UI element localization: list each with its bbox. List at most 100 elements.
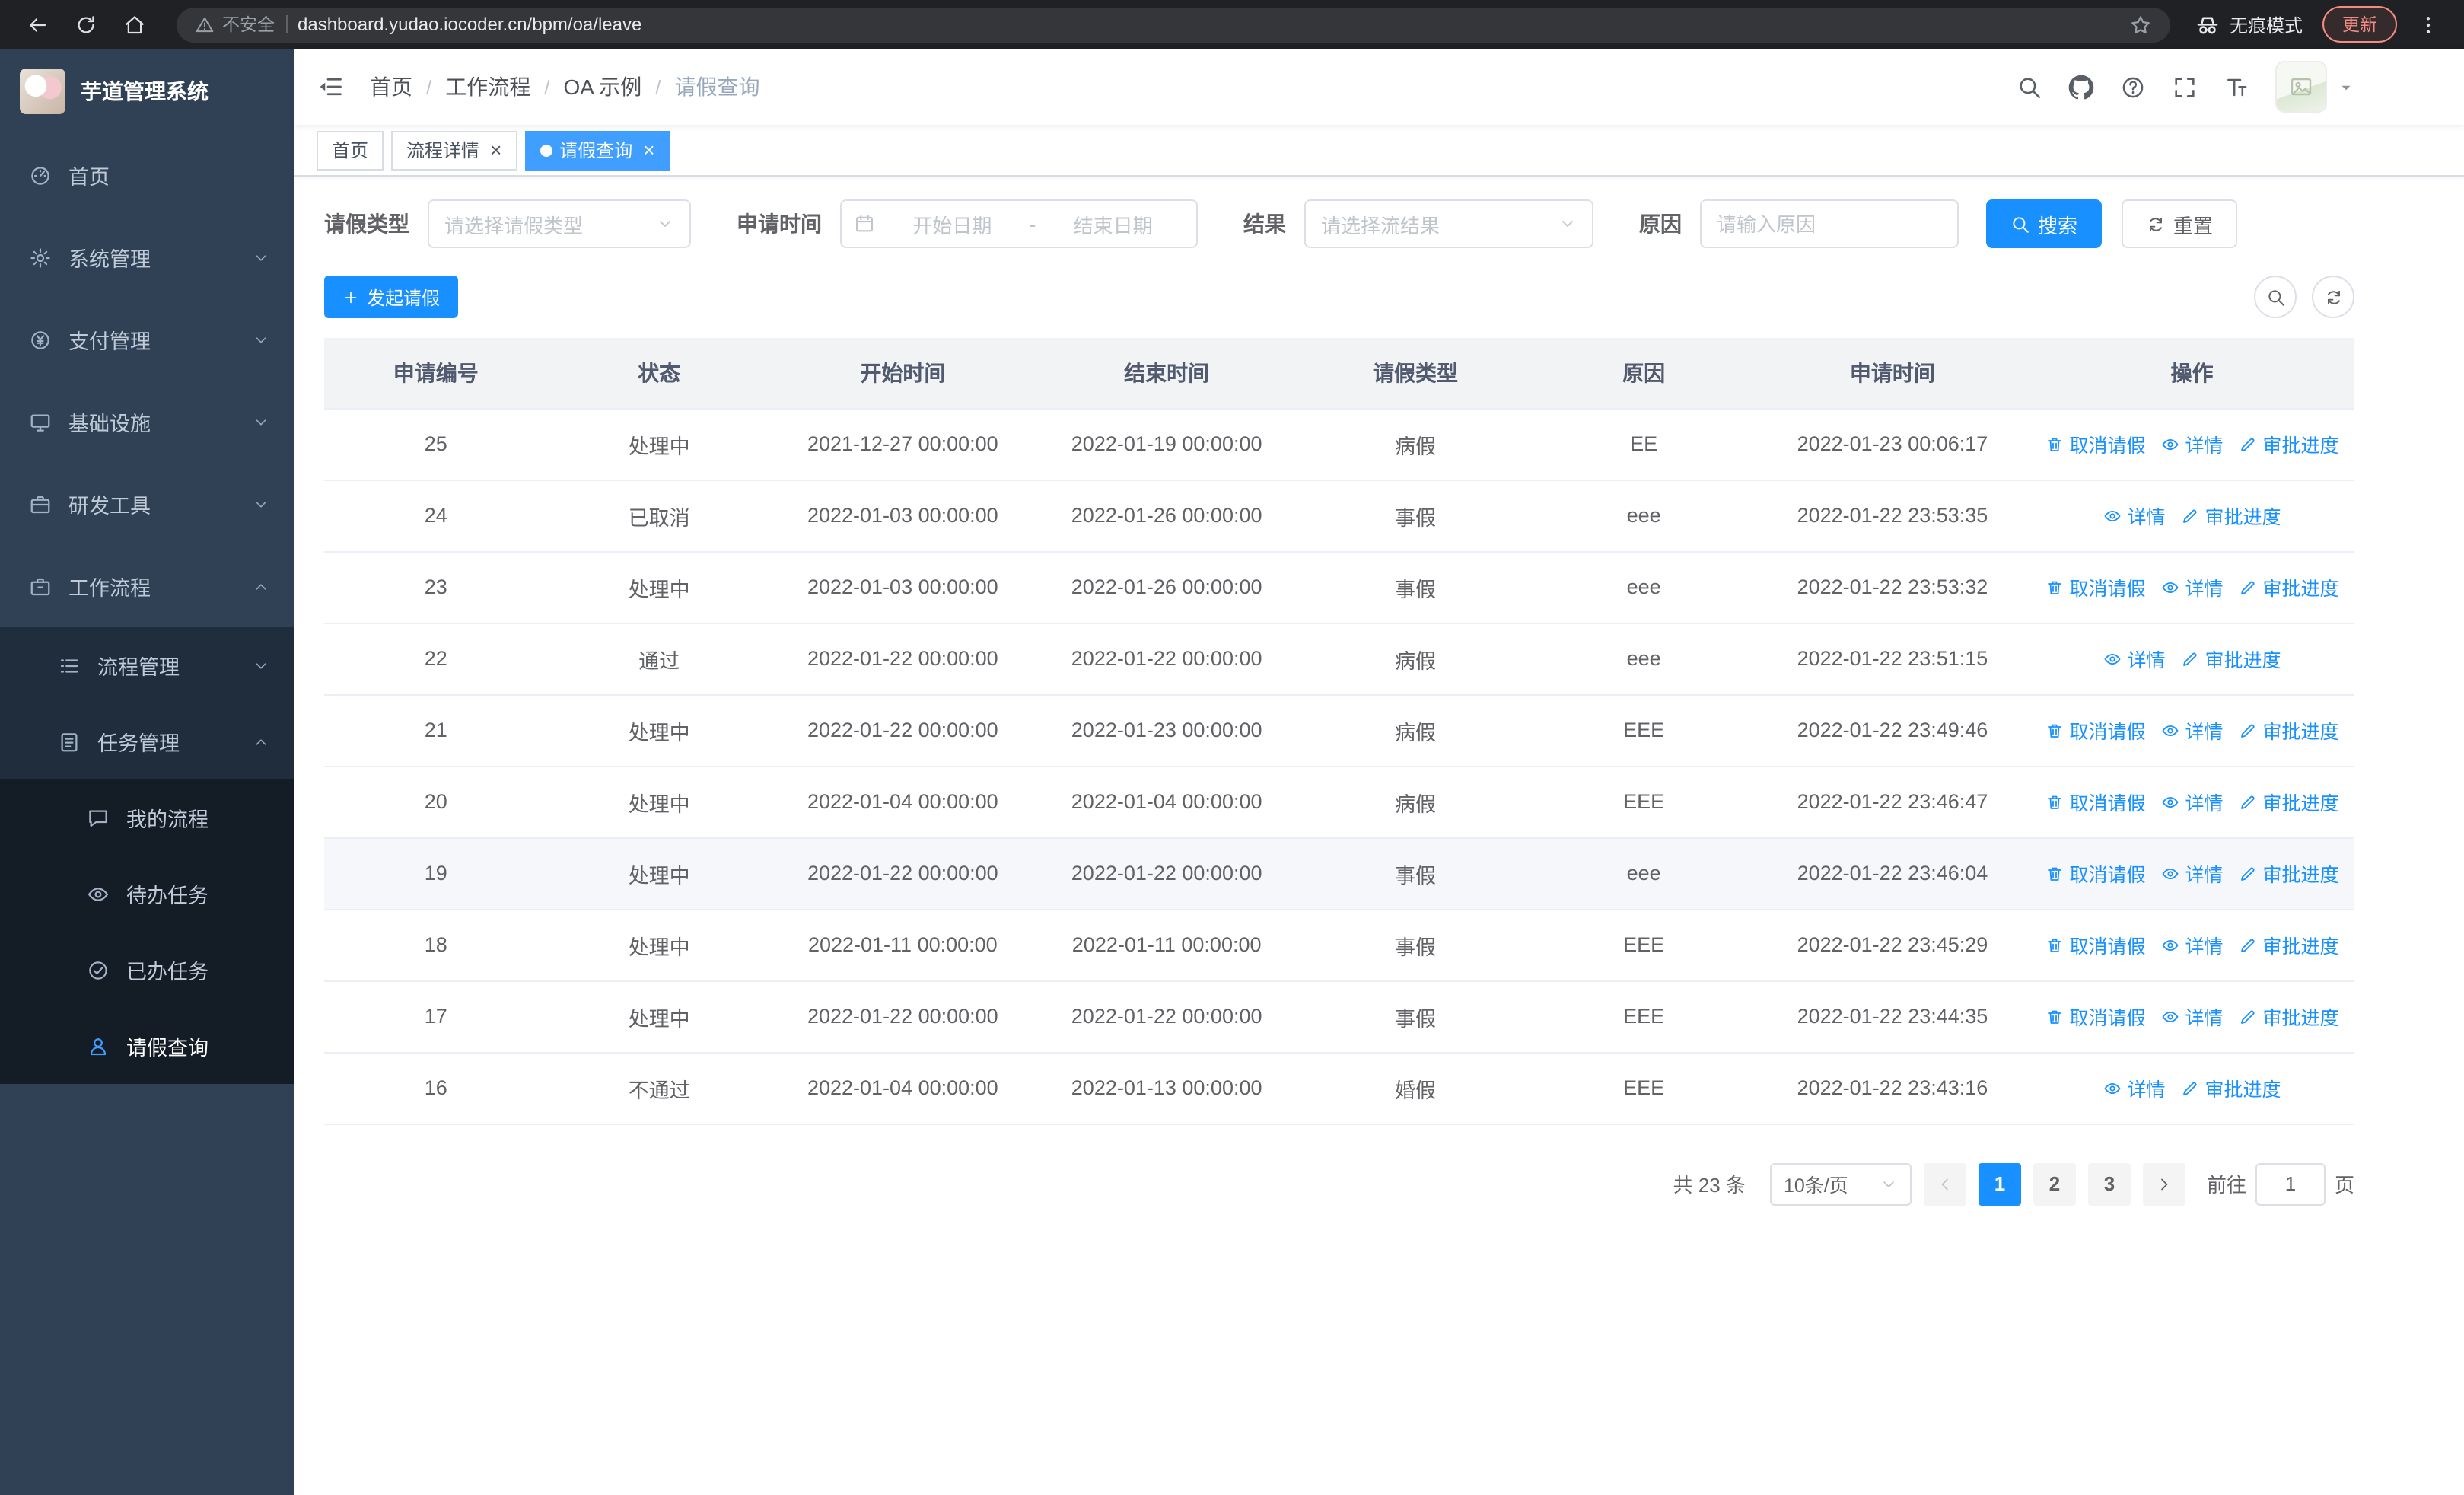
tab-leave-query[interactable]: 请假查询 × bbox=[524, 130, 670, 170]
font-size-icon[interactable] bbox=[2224, 74, 2249, 100]
action-detail[interactable]: 详情 bbox=[2103, 644, 2166, 673]
update-button[interactable]: 更新 bbox=[2322, 6, 2397, 43]
action-detail[interactable]: 详情 bbox=[2103, 501, 2166, 530]
action-detail[interactable]: 详情 bbox=[2160, 859, 2224, 888]
sidebar-item-infra[interactable]: 基础设施 bbox=[0, 381, 294, 463]
app-logo[interactable]: 芋道管理系统 bbox=[0, 49, 294, 134]
action-detail[interactable]: 详情 bbox=[2160, 572, 2224, 601]
sidebar-item-leave-query[interactable]: 请假查询 bbox=[0, 1008, 294, 1084]
plus-icon bbox=[342, 288, 359, 305]
address-bar[interactable]: 不安全 dashboard.yudao.iocoder.cn/bpm/oa/le… bbox=[177, 7, 2170, 42]
workflow-icon bbox=[29, 575, 52, 598]
tab-home[interactable]: 首页 bbox=[317, 130, 384, 170]
cell-id: 19 bbox=[324, 837, 548, 910]
sidebar-item-system[interactable]: 系统管理 bbox=[0, 216, 294, 298]
page-content: 请假类型 请选择请假类型 申请时间 开始日期 - 结束日期 结果 请选择流结果 … bbox=[294, 177, 2464, 1495]
filter-form: 请假类型 请选择请假类型 申请时间 开始日期 - 结束日期 结果 请选择流结果 … bbox=[324, 199, 2354, 248]
action-cancel[interactable]: 取消请假 bbox=[2045, 1002, 2145, 1031]
action-detail[interactable]: 详情 bbox=[2160, 716, 2224, 744]
fullscreen-icon[interactable] bbox=[2172, 74, 2198, 100]
chevdown-icon bbox=[253, 249, 269, 266]
action-cancel[interactable]: 取消请假 bbox=[2045, 930, 2145, 959]
action-cancel[interactable]: 取消请假 bbox=[2045, 787, 2145, 816]
security-warning[interactable]: 不安全 bbox=[195, 12, 275, 37]
action-detail[interactable]: 详情 bbox=[2160, 787, 2224, 816]
cell-reason: EEE bbox=[1532, 1052, 1756, 1124]
action-progress[interactable]: 审批进度 bbox=[2239, 572, 2339, 601]
chevdown-icon bbox=[253, 331, 269, 348]
action-progress[interactable]: 审批进度 bbox=[2239, 429, 2339, 458]
create-leave-button[interactable]: 发起请假 bbox=[324, 276, 459, 318]
action-cancel[interactable]: 取消请假 bbox=[2045, 429, 2145, 458]
chevdown-icon bbox=[253, 413, 269, 430]
tab-close-icon[interactable]: × bbox=[490, 140, 501, 160]
goto-page-input[interactable] bbox=[2255, 1162, 2326, 1205]
browser-menu-icon[interactable] bbox=[2417, 13, 2440, 36]
reason-input[interactable] bbox=[1700, 199, 1959, 248]
eye-icon bbox=[87, 882, 110, 905]
result-select[interactable]: 请选择流结果 bbox=[1304, 199, 1593, 248]
action-label: 审批进度 bbox=[2205, 650, 2281, 671]
browser-reload-button[interactable] bbox=[67, 6, 103, 43]
browser-home-button[interactable] bbox=[116, 6, 152, 43]
sidebar-item-todo-tasks[interactable]: 待办任务 bbox=[0, 856, 294, 932]
next-page-button[interactable] bbox=[2142, 1162, 2185, 1205]
reason-label: 原因 bbox=[1639, 212, 1682, 236]
sidebar-item-process-mgmt[interactable]: 流程管理 bbox=[0, 627, 294, 703]
breadcrumb-item: 请假查询 bbox=[674, 75, 760, 99]
tab-process-detail[interactable]: 流程详情 × bbox=[391, 130, 517, 170]
action-cancel[interactable]: 取消请假 bbox=[2045, 572, 2145, 601]
sidebar-item-workflow[interactable]: 工作流程 bbox=[0, 545, 294, 627]
action-progress[interactable]: 审批进度 bbox=[2239, 859, 2339, 888]
leave-type-select[interactable]: 请选择请假类型 bbox=[428, 199, 691, 248]
cell-end: 2022-01-26 00:00:00 bbox=[1034, 480, 1299, 552]
action-detail[interactable]: 详情 bbox=[2160, 930, 2224, 959]
toggle-search-button[interactable] bbox=[2254, 276, 2297, 318]
page-button-3[interactable]: 3 bbox=[2087, 1162, 2131, 1205]
action-progress[interactable]: 审批进度 bbox=[2181, 501, 2281, 530]
sidebar-item-home[interactable]: 首页 bbox=[0, 134, 294, 216]
page-size-select[interactable]: 10条/页 bbox=[1769, 1162, 1912, 1205]
bookmark-star-icon[interactable] bbox=[2129, 13, 2152, 36]
sidebar-item-payment[interactable]: 支付管理 bbox=[0, 298, 294, 381]
sidebar-item-done-tasks[interactable]: 已办任务 bbox=[0, 932, 294, 1008]
action-progress[interactable]: 审批进度 bbox=[2181, 1073, 2281, 1102]
action-progress[interactable]: 审批进度 bbox=[2239, 716, 2339, 744]
action-progress[interactable]: 审批进度 bbox=[2239, 1002, 2339, 1031]
breadcrumb-item[interactable]: 首页 bbox=[370, 72, 412, 102]
reset-button[interactable]: 重置 bbox=[2122, 199, 2238, 248]
action-label: 审批进度 bbox=[2262, 722, 2339, 743]
action-progress[interactable]: 审批进度 bbox=[2239, 930, 2339, 959]
sidebar-item-devtools[interactable]: 研发工具 bbox=[0, 463, 294, 545]
cell-actions: 详情 审批进度 bbox=[2029, 480, 2354, 552]
github-icon[interactable] bbox=[2068, 74, 2094, 100]
cell-start: 2022-01-22 00:00:00 bbox=[770, 837, 1035, 910]
action-progress[interactable]: 审批进度 bbox=[2239, 787, 2339, 816]
action-detail[interactable]: 详情 bbox=[2160, 1002, 2224, 1031]
action-progress[interactable]: 审批进度 bbox=[2181, 644, 2281, 673]
breadcrumb-item[interactable]: OA 示例 bbox=[564, 72, 642, 102]
sidebar-item-my-process[interactable]: 我的流程 bbox=[0, 779, 294, 856]
prev-page-button[interactable] bbox=[1923, 1162, 1966, 1205]
page-button-2[interactable]: 2 bbox=[2033, 1162, 2076, 1205]
action-cancel[interactable]: 取消请假 bbox=[2045, 716, 2145, 744]
apply-time-range[interactable]: 开始日期 - 结束日期 bbox=[840, 199, 1198, 248]
action-label: 取消请假 bbox=[2069, 435, 2146, 457]
action-label: 详情 bbox=[2185, 579, 2224, 600]
breadcrumb-item[interactable]: 工作流程 bbox=[445, 72, 530, 102]
action-cancel[interactable]: 取消请假 bbox=[2045, 859, 2145, 888]
sidebar-toggle-button[interactable] bbox=[294, 49, 367, 125]
help-icon[interactable] bbox=[2120, 74, 2146, 100]
search-button[interactable]: 搜索 bbox=[1986, 199, 2103, 248]
total-count: 共 23 条 bbox=[1673, 1174, 1746, 1197]
action-detail[interactable]: 详情 bbox=[2103, 1073, 2166, 1102]
header-search-icon[interactable] bbox=[2017, 74, 2042, 100]
tab-close-icon[interactable]: × bbox=[643, 140, 654, 160]
sidebar-item-task-mgmt[interactable]: 任务管理 bbox=[0, 703, 294, 779]
action-detail[interactable]: 详情 bbox=[2160, 429, 2224, 458]
refresh-table-button[interactable] bbox=[2312, 276, 2354, 318]
browser-back-button[interactable] bbox=[18, 6, 55, 43]
user-menu[interactable] bbox=[2275, 61, 2354, 113]
action-label: 详情 bbox=[2185, 936, 2224, 958]
page-button-1[interactable]: 1 bbox=[1978, 1162, 2021, 1205]
